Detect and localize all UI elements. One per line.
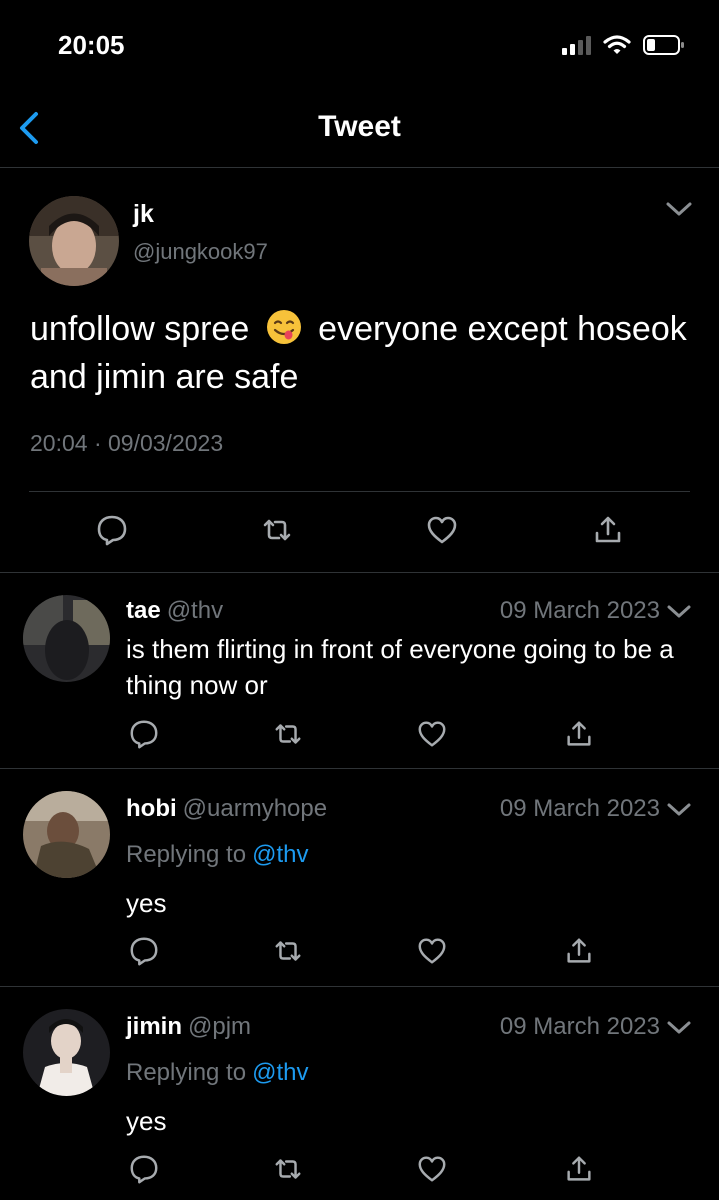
tweet-actions — [0, 513, 719, 553]
divider — [29, 491, 690, 492]
main-tweet: jk @jungkook97 unfollow spree everyone e… — [0, 168, 719, 573]
reply-date: 09 March 2023 — [499, 795, 660, 822]
battery-icon — [643, 35, 684, 55]
tweet-timestamp: 20:04 · 09/03/2023 — [30, 430, 224, 456]
heart-icon[interactable] — [425, 513, 459, 547]
retweet-icon[interactable] — [272, 935, 304, 967]
chevron-down-icon[interactable] — [665, 198, 693, 220]
retweet-icon[interactable] — [272, 718, 304, 750]
reply-author[interactable]: hobi @uarmyhope — [126, 795, 327, 823]
replying-to-mention[interactable]: @thv — [252, 841, 308, 868]
cellular-signal-icon — [562, 35, 591, 55]
status-icons — [562, 34, 685, 56]
author-handle[interactable]: @jungkook97 — [133, 239, 268, 265]
reply-author-handle[interactable]: @uarmyhope — [183, 795, 327, 822]
reply-tweet[interactable]: tae @thv 09 March 2023 is them flirting i… — [0, 573, 719, 769]
reply-author-name[interactable]: jimin — [126, 1013, 182, 1040]
status-bar: 20:05 — [0, 0, 719, 92]
author-name[interactable]: jk — [133, 200, 154, 229]
avatar[interactable] — [23, 791, 110, 878]
nav-bar: Tweet — [0, 92, 719, 168]
chevron-down-icon[interactable] — [666, 601, 692, 623]
reply-author[interactable]: jimin @pjm — [126, 1013, 251, 1041]
page-title: Tweet — [318, 110, 401, 143]
share-icon[interactable] — [591, 513, 625, 547]
status-time: 20:05 — [58, 30, 125, 60]
avatar[interactable] — [29, 196, 119, 286]
tweet-text-part1: unfollow spree — [30, 310, 250, 348]
reply-author-handle[interactable]: @thv — [167, 597, 223, 624]
replying-to-label: Replying to — [126, 1059, 247, 1086]
replying-to: Replying to @thv — [126, 841, 308, 869]
reply-author[interactable]: tae @thv — [126, 597, 223, 625]
avatar[interactable] — [23, 595, 110, 682]
heart-icon[interactable] — [416, 935, 448, 967]
reply-actions — [0, 935, 719, 971]
reply-date: 09 March 2023 — [499, 1013, 660, 1040]
reply-text: yes — [126, 1106, 167, 1136]
retweet-icon[interactable] — [260, 513, 294, 547]
wifi-icon — [603, 35, 631, 54]
reply-date: 09 March 2023 — [499, 597, 660, 624]
reply-actions — [0, 1153, 719, 1189]
reply-actions — [0, 718, 719, 754]
share-icon[interactable] — [563, 935, 595, 967]
replying-to: Replying to @thv — [126, 1059, 308, 1087]
reply-icon[interactable] — [128, 718, 160, 750]
reply-text: is them flirting in front of everyone go… — [126, 634, 674, 700]
chevron-down-icon[interactable] — [666, 1017, 692, 1039]
heart-icon[interactable] — [416, 718, 448, 750]
avatar[interactable] — [23, 1009, 110, 1096]
tweet-text: unfollow spree everyone except hoseok an… — [30, 305, 690, 401]
share-icon[interactable] — [563, 718, 595, 750]
reply-text: yes — [126, 888, 167, 918]
replying-to-mention[interactable]: @thv — [252, 1059, 308, 1086]
reply-author-name[interactable]: tae — [126, 597, 161, 624]
reply-author-handle[interactable]: @pjm — [188, 1013, 251, 1040]
share-icon[interactable] — [563, 1153, 595, 1185]
replying-to-label: Replying to — [126, 841, 247, 868]
reply-icon[interactable] — [95, 513, 129, 547]
reply-icon[interactable] — [128, 935, 160, 967]
reply-author-name[interactable]: hobi — [126, 795, 177, 822]
face-savoring-food-emoji — [266, 310, 301, 344]
chevron-down-icon[interactable] — [666, 799, 692, 821]
retweet-icon[interactable] — [272, 1153, 304, 1185]
heart-icon[interactable] — [416, 1153, 448, 1185]
reply-icon[interactable] — [128, 1153, 160, 1185]
reply-tweet[interactable]: hobi @uarmyhope 09 March 2023 Replying to… — [0, 769, 719, 987]
reply-tweet[interactable]: jimin @pjm 09 March 2023 Replying to @thv … — [0, 987, 719, 1200]
